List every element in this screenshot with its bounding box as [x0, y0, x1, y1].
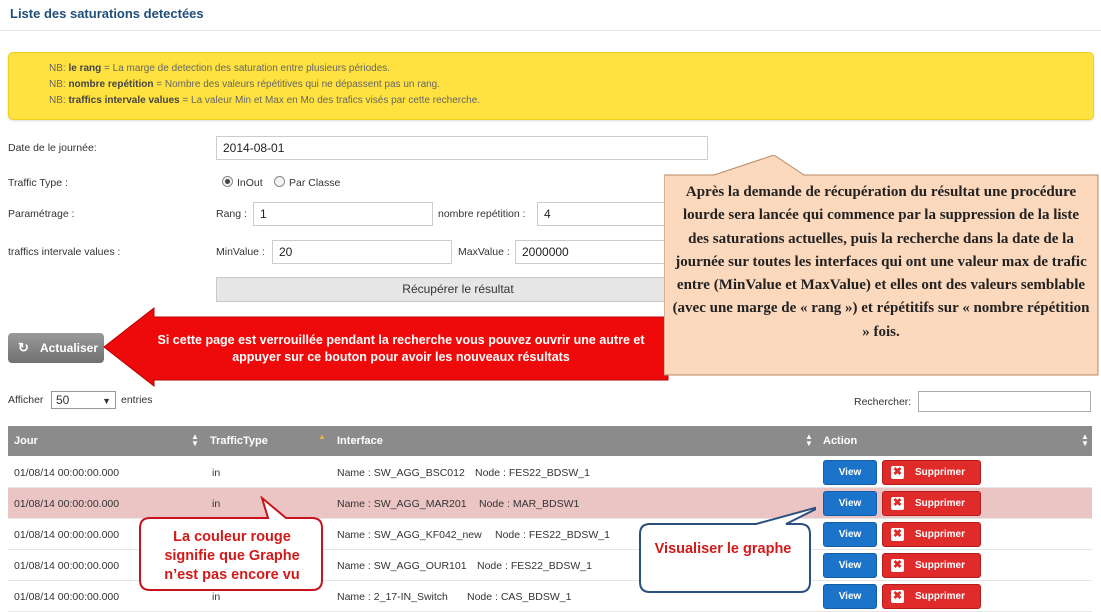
process-note-text: Après la demande de récupération du résu… — [672, 184, 1090, 340]
min-label: MinValue : — [216, 246, 265, 258]
show-label: Afficher — [8, 394, 44, 406]
cell-traffic-type: in — [212, 467, 221, 479]
cell-interface-name: Name : SW_AGG_OUR101 — [337, 560, 467, 572]
table-row: 01/08/14 00:00:00.000 in Name : SW_AGG_B… — [8, 457, 1092, 488]
search-input[interactable] — [918, 391, 1091, 412]
date-label: Date de le journée: — [8, 142, 97, 154]
search-label: Rechercher: — [854, 396, 912, 408]
view-button[interactable]: View — [823, 491, 877, 516]
sort-asc-icon: ▲ — [318, 432, 326, 441]
rang-label: Rang : — [216, 208, 247, 220]
entries-select-value: 50 — [56, 393, 70, 407]
view-button[interactable]: View — [823, 522, 877, 547]
close-icon: ✖ — [891, 497, 904, 510]
radio-inout[interactable] — [222, 176, 233, 187]
repetition-input[interactable]: 4 — [537, 202, 667, 226]
delete-button[interactable]: ✖ Supprimer — [882, 522, 981, 547]
page-title: Liste des saturations detectées — [10, 6, 204, 21]
radio-par-classe[interactable] — [274, 176, 285, 187]
close-icon: ✖ — [891, 559, 904, 572]
delete-button[interactable]: ✖ Supprimer — [882, 460, 981, 485]
refresh-button[interactable]: ↻ Actualiser — [8, 333, 104, 363]
delete-label: Supprimer — [915, 591, 966, 602]
col-jour[interactable]: Jour — [14, 435, 38, 447]
min-value-input[interactable]: 20 — [272, 240, 452, 264]
arrow-callout-text: Si cette page est verrouillée pendant la… — [157, 333, 645, 364]
entries-label: entries — [121, 394, 153, 406]
blue-bubble-text: Visualiser le graphe — [654, 541, 792, 557]
sort-both-icon: ▲ ▼ — [805, 432, 813, 448]
close-icon: ✖ — [891, 590, 904, 603]
col-action[interactable]: Action — [823, 435, 857, 447]
title-bar: Liste des saturations detectées — [0, 0, 1101, 31]
cell-interface-name: Name : SW_AGG_KF042_new — [337, 529, 482, 541]
refresh-icon: ↻ — [18, 340, 29, 355]
sort-both-icon: ▲ ▼ — [1081, 432, 1089, 448]
radio-inout-label: InOut — [237, 177, 263, 189]
view-button[interactable]: View — [823, 584, 877, 609]
note-line-interval: NB: traffics intervale values = La valeu… — [49, 95, 481, 106]
refresh-label: Actualiser — [40, 341, 99, 355]
cell-jour: 01/08/14 00:00:00.000 — [14, 498, 120, 510]
cell-interface-node: Node : FES22_BDSW_1 — [495, 529, 610, 541]
delete-button[interactable]: ✖ Supprimer — [882, 584, 981, 609]
traffic-type-label: Traffic Type : — [8, 177, 68, 189]
cell-interface-name: Name : SW_AGG_MAR201 — [337, 498, 467, 510]
col-traffic-type[interactable]: TrafficType — [210, 435, 268, 447]
max-value-input[interactable]: 2000000 — [515, 240, 667, 264]
view-button[interactable]: View — [823, 460, 877, 485]
delete-button[interactable]: ✖ Supprimer — [882, 553, 981, 578]
delete-label: Supprimer — [915, 467, 966, 478]
sort-both-icon: ▲ ▼ — [191, 432, 199, 448]
delete-label: Supprimer — [915, 560, 966, 571]
repetition-label: nombre repétition : — [438, 208, 526, 220]
cell-jour: 01/08/14 00:00:00.000 — [14, 591, 120, 603]
col-interface[interactable]: Interface — [337, 435, 383, 447]
close-icon: ✖ — [891, 466, 904, 479]
delete-label: Supprimer — [915, 529, 966, 540]
cell-interface-node: Node : FES22_BDSW_1 — [477, 560, 592, 572]
cell-interface-name: Name : SW_AGG_BSC012 — [337, 467, 465, 479]
entries-select[interactable]: 50 ▼ — [51, 391, 116, 409]
close-icon: ✖ — [891, 528, 904, 541]
get-result-button[interactable]: Récupérer le résultat — [216, 277, 700, 302]
max-label: MaxValue : — [458, 246, 510, 258]
cell-interface-node: Node : CAS_BDSW_1 — [467, 591, 572, 603]
delete-button[interactable]: ✖ Supprimer — [882, 491, 981, 516]
view-button[interactable]: View — [823, 553, 877, 578]
cell-interface-node: Node : MAR_BDSW1 — [479, 498, 580, 510]
rang-input[interactable]: 1 — [253, 202, 433, 226]
cell-interface-name: Name : 2_17-IN_Switch — [337, 591, 448, 603]
note-line-rang: NB: le rang = La marge de detection des … — [49, 63, 391, 74]
interval-label: traffics intervale values : — [8, 246, 121, 258]
table-header: Jour ▲ ▼ TrafficType ▲ Interface ▲ ▼ Actio… — [8, 426, 1092, 456]
cell-interface-node: Node : FES22_BDSW_1 — [475, 467, 590, 479]
date-input[interactable]: 2014-08-01 — [216, 136, 708, 160]
cell-jour: 01/08/14 00:00:00.000 — [14, 560, 120, 572]
note-line-repetition: NB: nombre repétition = Nombre des valeu… — [49, 79, 441, 90]
cell-jour: 01/08/14 00:00:00.000 — [14, 529, 120, 541]
cell-jour: 01/08/14 00:00:00.000 — [14, 467, 120, 479]
red-bubble-text: La couleur rouge signifie que Graphe n’e… — [164, 529, 300, 583]
radio-par-classe-label: Par Classe — [289, 177, 341, 189]
chevron-down-icon: ▼ — [102, 396, 111, 406]
delete-label: Supprimer — [915, 498, 966, 509]
info-note: NB: le rang = La marge de detection des … — [8, 52, 1094, 120]
param-label: Paramétrage : — [8, 208, 75, 220]
